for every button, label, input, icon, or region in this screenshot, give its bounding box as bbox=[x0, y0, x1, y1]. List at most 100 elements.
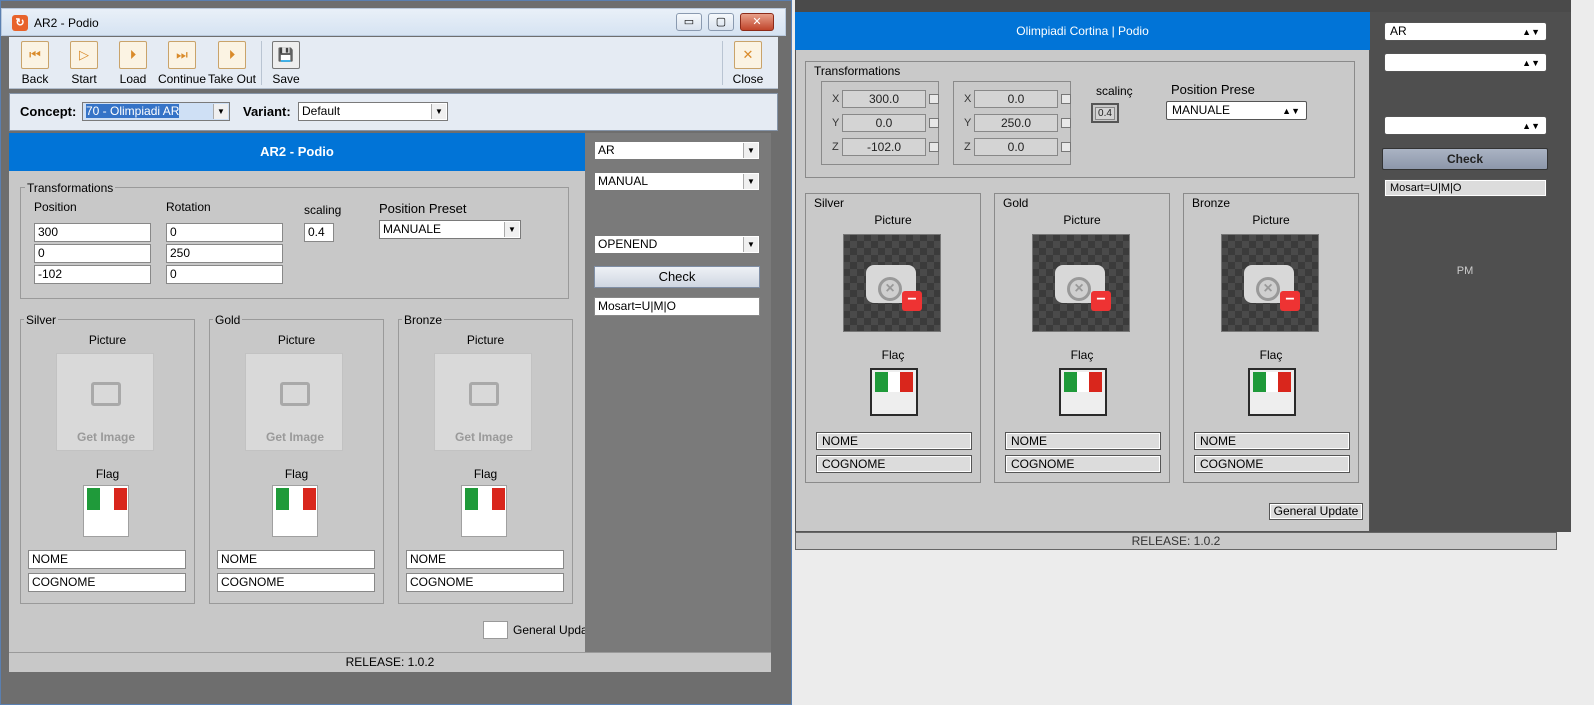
position-y-input[interactable]: 0 bbox=[34, 244, 151, 263]
nome-input[interactable]: NOME bbox=[1194, 432, 1350, 450]
get-image-button[interactable]: Get Image bbox=[56, 353, 154, 451]
scaling-input[interactable]: 0.4 bbox=[1095, 107, 1115, 120]
mode-select[interactable]: MANUAL ▼ bbox=[594, 172, 760, 191]
check-button[interactable]: Check bbox=[1382, 148, 1548, 170]
continue-button[interactable]: ⏭ Continue bbox=[157, 39, 207, 87]
chevron-down-icon: ▼ bbox=[743, 237, 758, 252]
concept-select[interactable]: 70 - Olimpiadi AR ▼ bbox=[82, 102, 230, 121]
rotation-x-input[interactable]: 0 bbox=[166, 223, 283, 242]
position-x-input[interactable]: 300 bbox=[34, 223, 151, 242]
end-select[interactable]: OPENEND ▼ bbox=[594, 235, 760, 254]
ar-select[interactable]: AR ▲▼ bbox=[1384, 22, 1547, 41]
cognome-input[interactable]: COGNOME bbox=[1194, 455, 1350, 473]
gold-label: Gold bbox=[213, 313, 243, 327]
get-image-button[interactable]: Get Image bbox=[245, 353, 343, 451]
flag-button[interactable] bbox=[1248, 368, 1296, 416]
rotation-x-checkbox[interactable] bbox=[1061, 94, 1071, 104]
rotation-y-input[interactable]: 250 bbox=[166, 244, 283, 263]
italy-flag-icon bbox=[875, 372, 914, 392]
flag-button[interactable] bbox=[870, 368, 918, 416]
cognome-input[interactable]: COGNOME bbox=[217, 573, 375, 592]
picture-label: Picture bbox=[466, 333, 505, 347]
minimize-button[interactable]: ▭ bbox=[676, 13, 702, 31]
status-bar: RELEASE: 1.0.2 bbox=[9, 652, 771, 672]
cognome-input[interactable]: COGNOME bbox=[28, 573, 186, 592]
position-preset-label: Position Prese bbox=[1171, 82, 1255, 97]
cognome-input[interactable]: COGNOME bbox=[1005, 455, 1161, 473]
position-z-input[interactable]: -102.0 bbox=[842, 138, 926, 156]
nome-input[interactable]: NOME bbox=[1005, 432, 1161, 450]
flag-button[interactable] bbox=[1059, 368, 1107, 416]
get-image-button[interactable]: Get Image bbox=[434, 353, 532, 451]
picture-label: Picture bbox=[1063, 213, 1101, 227]
nome-input[interactable]: NOME bbox=[28, 550, 186, 569]
variant-select[interactable]: Default ▼ bbox=[298, 102, 448, 121]
rotation-x-input[interactable]: 0.0 bbox=[974, 90, 1058, 108]
picture-button[interactable]: × − bbox=[1032, 234, 1130, 332]
bronze-label: Bronze bbox=[402, 313, 445, 327]
position-x-input[interactable]: 300.0 bbox=[842, 90, 926, 108]
back-icon: ⏮ bbox=[21, 41, 49, 69]
silver-label: Silver bbox=[814, 196, 845, 210]
take-out-button[interactable]: ⏵ Take Out bbox=[206, 39, 258, 87]
nome-input[interactable]: NOME bbox=[217, 550, 375, 569]
position-z-checkbox[interactable] bbox=[929, 142, 939, 152]
position-y-checkbox[interactable] bbox=[929, 118, 939, 128]
nome-input[interactable]: NOME bbox=[816, 432, 972, 450]
rotation-z-checkbox[interactable] bbox=[1061, 142, 1071, 152]
updown-icon: ▲▼ bbox=[1522, 58, 1540, 68]
axis-y-label: Y bbox=[832, 117, 840, 129]
mosart-field[interactable]: Mosart=U|M|O bbox=[594, 297, 760, 316]
play-icon: ▷ bbox=[70, 41, 98, 69]
flag-button[interactable] bbox=[272, 485, 318, 537]
image-search-icon bbox=[280, 382, 310, 406]
italy-flag-icon bbox=[465, 488, 505, 510]
position-y-input[interactable]: 0.0 bbox=[842, 114, 926, 132]
italy-flag-icon bbox=[1253, 372, 1292, 392]
rotation-y-input[interactable]: 250.0 bbox=[974, 114, 1058, 132]
axis-x-label: X bbox=[964, 93, 972, 105]
end-select[interactable]: ▲▼ bbox=[1384, 116, 1547, 135]
ar-select[interactable]: AR ▼ bbox=[594, 141, 760, 160]
picture-button[interactable]: × − bbox=[843, 234, 941, 332]
cognome-input[interactable]: COGNOME bbox=[406, 573, 564, 592]
mode-select[interactable]: ▲▼ bbox=[1384, 53, 1547, 72]
rotation-z-input[interactable]: 0 bbox=[166, 265, 283, 284]
concept-label: Concept: bbox=[20, 104, 77, 119]
general-update-button[interactable] bbox=[483, 621, 508, 639]
nome-input[interactable]: NOME bbox=[406, 550, 564, 569]
image-search-icon bbox=[91, 382, 121, 406]
picture-button[interactable]: × − bbox=[1221, 234, 1319, 332]
general-update-button[interactable]: General Update bbox=[1269, 503, 1363, 520]
save-button[interactable]: 💾 Save bbox=[261, 39, 311, 87]
toolbar: ⏮ Back ▷ Start ⏵ Load ⏭ Continue ⏵ Take Out 💾… bbox=[9, 37, 778, 89]
back-button[interactable]: ⏮ Back bbox=[10, 39, 60, 87]
position-x-checkbox[interactable] bbox=[929, 94, 939, 104]
position-z-input[interactable]: -102 bbox=[34, 265, 151, 284]
check-button[interactable]: Check bbox=[594, 266, 760, 288]
position-preset-select[interactable]: MANUALE ▼ bbox=[379, 220, 521, 239]
start-button[interactable]: ▷ Start bbox=[59, 39, 109, 87]
save-icon: 💾 bbox=[272, 41, 300, 69]
italy-flag-icon bbox=[1064, 372, 1103, 392]
rotation-y-checkbox[interactable] bbox=[1061, 118, 1071, 128]
maximize-button[interactable]: ▢ bbox=[708, 13, 734, 31]
picture-label: Picture bbox=[1252, 213, 1290, 227]
status-bar: RELEASE: 1.0.2 bbox=[795, 532, 1557, 550]
cognome-input[interactable]: COGNOME bbox=[816, 455, 972, 473]
position-preset-select[interactable]: MANUALE ▲▼ bbox=[1166, 101, 1307, 120]
close-button[interactable]: ✕ Close bbox=[723, 39, 773, 87]
load-button[interactable]: ⏵ Load bbox=[108, 39, 158, 87]
flag-button[interactable] bbox=[83, 485, 129, 537]
axis-y-label: Y bbox=[964, 117, 972, 129]
window-title: AR2 - Podio bbox=[34, 16, 99, 30]
rotation-z-input[interactable]: 0.0 bbox=[974, 138, 1058, 156]
rotation-label: Rotation bbox=[166, 200, 211, 214]
flag-button[interactable] bbox=[461, 485, 507, 537]
chevron-down-icon: ▼ bbox=[743, 143, 758, 158]
mosart-field[interactable]: Mosart=U|M|O bbox=[1384, 179, 1547, 197]
scaling-label: scaling bbox=[304, 203, 342, 217]
scaling-input[interactable]: 0.4 bbox=[304, 223, 334, 242]
close-window-button[interactable]: ✕ bbox=[740, 13, 774, 31]
axis-z-label: Z bbox=[964, 141, 971, 153]
